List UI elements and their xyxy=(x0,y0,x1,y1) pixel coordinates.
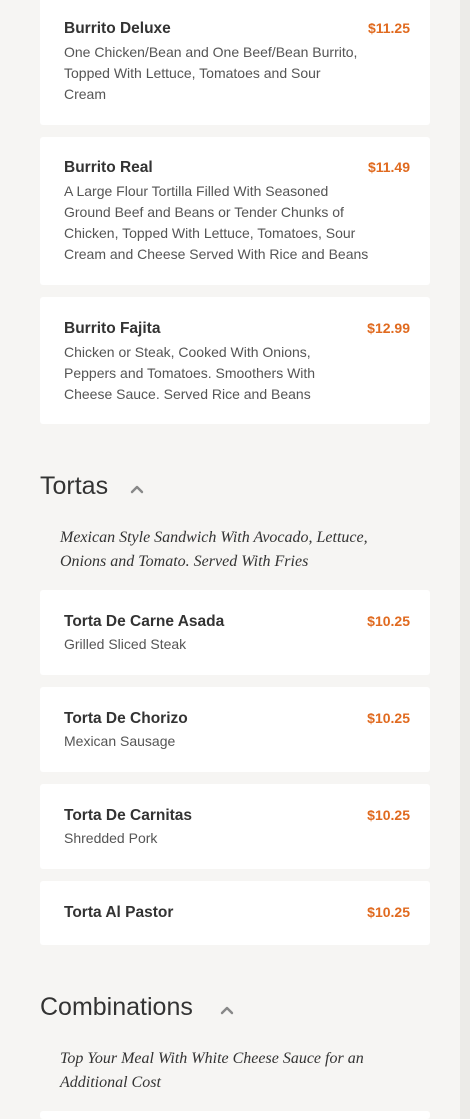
menu-item-card[interactable]: Burrito Real $11.49 A Large Flour Tortil… xyxy=(40,137,430,285)
menu-item-card[interactable]: Torta Al Pastor $10.25 xyxy=(40,881,430,945)
menu-item-card[interactable] xyxy=(40,1111,430,1119)
menu-item-card[interactable]: Torta De Chorizo $10.25 Mexican Sausage xyxy=(40,687,430,772)
menu-item-name: Torta De Carne Asada xyxy=(64,613,225,630)
menu-item-price: $12.99 xyxy=(367,320,410,336)
menu-item-price: $11.49 xyxy=(367,159,410,175)
section-title-combinations[interactable]: Combinations xyxy=(40,993,193,1022)
menu-item-name: Burrito Fajita xyxy=(64,320,161,337)
menu-item-card[interactable]: Torta De Carne Asada $10.25 Grilled Slic… xyxy=(40,590,430,675)
menu-item-description: A Large Flour Tortilla Filled With Seaso… xyxy=(64,183,369,262)
section-description: Top Your Meal With White Cheese Sauce fo… xyxy=(60,1050,364,1091)
chevron-up-icon[interactable] xyxy=(129,481,145,497)
menu-item-price: $10.25 xyxy=(367,710,410,726)
menu-item-card[interactable]: Torta De Carnitas $10.25 Shredded Pork xyxy=(40,784,430,869)
menu-item-card[interactable]: Burrito Fajita $12.99 Chicken or Steak, … xyxy=(40,297,430,424)
menu-item-price: $10.25 xyxy=(367,613,410,629)
chevron-up-icon[interactable] xyxy=(219,1002,235,1018)
page-scrollbar[interactable] xyxy=(460,0,470,1119)
menu-item-description: Shredded Pork xyxy=(64,830,158,846)
menu-item-name: Burrito Deluxe xyxy=(64,20,171,37)
menu-item-price: $11.25 xyxy=(367,20,410,36)
menu-item-name: Torta Al Pastor xyxy=(64,904,174,921)
menu-item-description: Mexican Sausage xyxy=(64,733,176,749)
menu-item-description: Grilled Sliced Steak xyxy=(64,636,187,652)
menu-item-name: Torta De Chorizo xyxy=(64,710,188,727)
menu-item-card[interactable]: Burrito Deluxe $11.25 One Chicken/Bean a… xyxy=(40,0,430,125)
menu-item-description: Chicken or Steak, Cooked With Onions, Pe… xyxy=(64,344,316,402)
menu-item-description: One Chicken/Bean and One Beef/Bean Burri… xyxy=(64,44,358,102)
menu-item-price: $10.25 xyxy=(367,807,410,823)
menu-item-price: $10.25 xyxy=(367,904,410,920)
section-title-tortas[interactable]: Tortas xyxy=(40,472,108,501)
menu-item-name: Burrito Real xyxy=(64,159,153,176)
menu-item-name: Torta De Carnitas xyxy=(64,807,193,824)
section-description: Mexican Style Sandwich With Avocado, Let… xyxy=(60,529,368,570)
